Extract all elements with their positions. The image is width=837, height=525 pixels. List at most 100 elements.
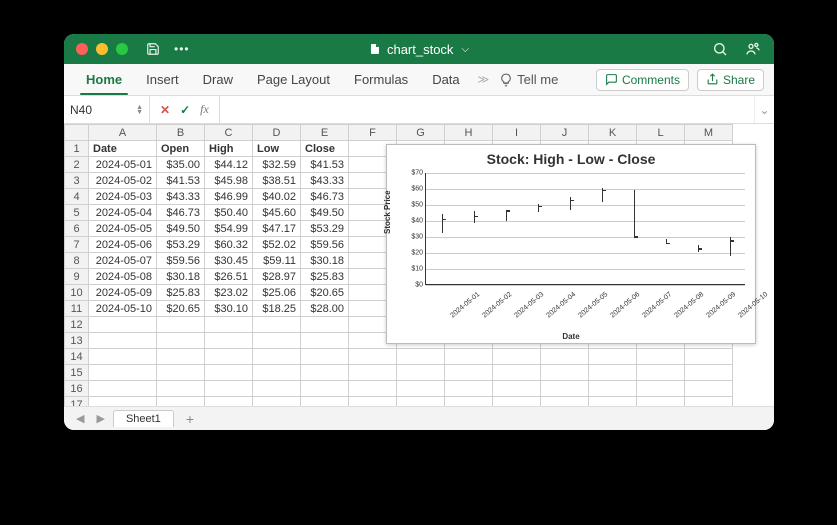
cell[interactable]: $46.99: [205, 189, 253, 205]
cell[interactable]: [589, 349, 637, 365]
ribbon-overflow-icon[interactable]: ≫: [472, 73, 496, 86]
cell[interactable]: 2024-05-01: [89, 157, 157, 173]
cell[interactable]: $47.17: [253, 221, 301, 237]
cell[interactable]: Open: [157, 141, 205, 157]
column-header[interactable]: J: [541, 125, 589, 141]
cell[interactable]: [493, 397, 541, 407]
cell[interactable]: [589, 365, 637, 381]
cell[interactable]: Low: [253, 141, 301, 157]
cell[interactable]: [685, 365, 733, 381]
cell[interactable]: [157, 365, 205, 381]
share-button[interactable]: Share: [697, 69, 764, 91]
coauthor-icon[interactable]: [744, 41, 762, 57]
cell[interactable]: [445, 349, 493, 365]
column-header[interactable]: H: [445, 125, 493, 141]
cell[interactable]: 2024-05-07: [89, 253, 157, 269]
cell[interactable]: [253, 397, 301, 407]
cell[interactable]: [253, 317, 301, 333]
cell[interactable]: [253, 381, 301, 397]
comments-button[interactable]: Comments: [596, 69, 689, 91]
cell[interactable]: [89, 349, 157, 365]
formula-cancel-icon[interactable]: ✕: [160, 103, 170, 117]
close-window-button[interactable]: [76, 43, 88, 55]
column-header[interactable]: I: [493, 125, 541, 141]
cell[interactable]: [541, 397, 589, 407]
column-header[interactable]: E: [301, 125, 349, 141]
cell[interactable]: $25.83: [157, 285, 205, 301]
cell[interactable]: High: [205, 141, 253, 157]
cell[interactable]: $59.11: [253, 253, 301, 269]
cell[interactable]: $25.06: [253, 285, 301, 301]
cell[interactable]: [157, 333, 205, 349]
formula-confirm-icon[interactable]: ✓: [180, 103, 190, 117]
cell[interactable]: $43.33: [301, 173, 349, 189]
cell[interactable]: $53.29: [157, 237, 205, 253]
ribbon-tab-insert[interactable]: Insert: [134, 64, 191, 95]
cell[interactable]: $59.56: [301, 237, 349, 253]
sheet-tab[interactable]: Sheet1: [113, 410, 174, 427]
cell[interactable]: [349, 397, 397, 407]
cell[interactable]: $49.50: [301, 205, 349, 221]
cell[interactable]: $43.33: [157, 189, 205, 205]
cell[interactable]: [637, 365, 685, 381]
column-header[interactable]: D: [253, 125, 301, 141]
formula-expand-icon[interactable]: ⌄: [754, 96, 774, 123]
cell[interactable]: $30.45: [205, 253, 253, 269]
cell[interactable]: $53.29: [301, 221, 349, 237]
more-icon[interactable]: •••: [174, 42, 190, 56]
row-header[interactable]: 10: [65, 285, 89, 301]
ribbon-tab-draw[interactable]: Draw: [191, 64, 245, 95]
cell[interactable]: [397, 365, 445, 381]
cell[interactable]: [349, 365, 397, 381]
cell[interactable]: $23.02: [205, 285, 253, 301]
row-header[interactable]: 9: [65, 269, 89, 285]
row-header[interactable]: 16: [65, 381, 89, 397]
minimize-window-button[interactable]: [96, 43, 108, 55]
cell[interactable]: 2024-05-06: [89, 237, 157, 253]
cell[interactable]: $20.65: [157, 301, 205, 317]
row-header[interactable]: 2: [65, 157, 89, 173]
spreadsheet-grid[interactable]: ABCDEFGHIJKLM1DateOpenHighLowClose22024-…: [64, 124, 774, 406]
add-sheet-icon[interactable]: +: [178, 411, 202, 427]
cell[interactable]: [445, 397, 493, 407]
cell[interactable]: $28.00: [301, 301, 349, 317]
row-header[interactable]: 14: [65, 349, 89, 365]
cell[interactable]: $45.60: [253, 205, 301, 221]
cell[interactable]: [397, 349, 445, 365]
cell[interactable]: [301, 397, 349, 407]
cell[interactable]: [685, 381, 733, 397]
document-title[interactable]: chart_stock ⌵: [369, 42, 469, 57]
cell[interactable]: [541, 349, 589, 365]
cell[interactable]: [205, 349, 253, 365]
cell[interactable]: [253, 333, 301, 349]
cell[interactable]: $46.73: [301, 189, 349, 205]
cell[interactable]: $32.59: [253, 157, 301, 173]
cell[interactable]: [205, 365, 253, 381]
cell[interactable]: $59.56: [157, 253, 205, 269]
cell[interactable]: $45.98: [205, 173, 253, 189]
cell[interactable]: [157, 397, 205, 407]
cell[interactable]: $46.73: [157, 205, 205, 221]
cell[interactable]: $52.02: [253, 237, 301, 253]
cell[interactable]: [349, 381, 397, 397]
row-header[interactable]: 7: [65, 237, 89, 253]
ribbon-tab-page-layout[interactable]: Page Layout: [245, 64, 342, 95]
cell[interactable]: [493, 381, 541, 397]
sheet-nav-next-icon[interactable]: ▶: [92, 412, 108, 425]
cell[interactable]: $18.25: [253, 301, 301, 317]
cell[interactable]: [445, 381, 493, 397]
row-header[interactable]: 6: [65, 221, 89, 237]
cell[interactable]: 2024-05-08: [89, 269, 157, 285]
cell[interactable]: 2024-05-05: [89, 221, 157, 237]
row-header[interactable]: 4: [65, 189, 89, 205]
ribbon-tab-home[interactable]: Home: [74, 64, 134, 95]
cell[interactable]: Date: [89, 141, 157, 157]
cell[interactable]: [89, 381, 157, 397]
row-header[interactable]: 17: [65, 397, 89, 407]
cell[interactable]: [89, 317, 157, 333]
cell[interactable]: [157, 381, 205, 397]
cell[interactable]: [157, 317, 205, 333]
cell[interactable]: $50.40: [205, 205, 253, 221]
cell[interactable]: [685, 397, 733, 407]
cell[interactable]: $44.12: [205, 157, 253, 173]
